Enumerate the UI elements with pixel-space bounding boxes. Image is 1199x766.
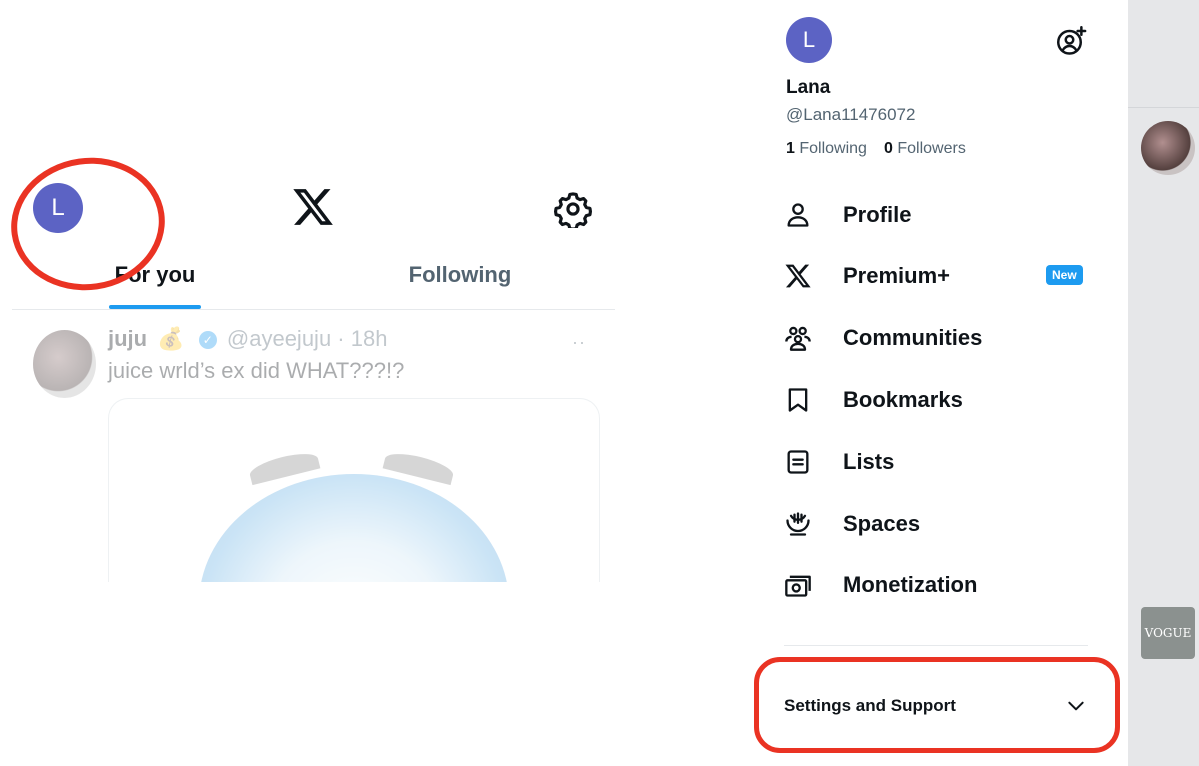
drawer-divider [784, 645, 1088, 646]
verified-badge-icon: ✓ [198, 331, 217, 350]
drawer-avatar[interactable]: L [786, 17, 832, 63]
tab-divider [12, 309, 615, 310]
tweet-more-icon[interactable]: ·· [572, 332, 586, 353]
side-drawer: L Lana @Lana11476072 1 Following 0 Follo… [754, 0, 1128, 766]
menu-label: Lists [843, 449, 895, 474]
tweet-author-name[interactable]: juju [108, 326, 147, 351]
following-count-link[interactable]: 1 Following [786, 140, 867, 158]
tab-following[interactable]: Following [380, 258, 540, 310]
money-bag-emoji: 💰 [157, 326, 185, 351]
vogue-text: VOGUE [1144, 626, 1192, 640]
menu-item-bookmarks[interactable]: Bookmarks [784, 378, 1094, 422]
strip-avatar [1141, 121, 1195, 175]
person-icon [787, 203, 809, 227]
settings-and-support-toggle[interactable]: Settings and Support [784, 684, 1094, 728]
tweet-text: juice wrld’s ex did WHAT???!? [108, 358, 405, 383]
menu-label: Profile [843, 202, 912, 227]
menu-item-spaces[interactable]: Spaces [784, 502, 1094, 546]
menu-item-premium[interactable]: Premium+ New [784, 254, 1094, 298]
tab-for-you[interactable]: For you [108, 258, 202, 310]
tweet-header: juju 💰 ✓ @ayeejuju · 18h [108, 326, 387, 352]
menu-item-communities[interactable]: Communities [784, 316, 1094, 360]
dimmed-timeline-overlay[interactable]: VOGUE [1128, 0, 1199, 766]
drawer-display-name[interactable]: Lana [786, 77, 830, 99]
followers-count: 0 [884, 140, 893, 157]
chevron-down-icon [1068, 701, 1084, 711]
tweet-author-avatar[interactable] [33, 330, 96, 398]
menu-label: Premium+ [843, 263, 950, 288]
settings-gear-icon[interactable] [554, 190, 592, 228]
strip-divider [1128, 107, 1199, 108]
list-icon [787, 450, 809, 474]
menu-item-monetization[interactable]: Monetization [784, 563, 1094, 607]
media-image [199, 474, 509, 582]
account-avatar-button[interactable]: L [33, 183, 83, 233]
menu-label: Communities [843, 325, 983, 350]
tweet-media[interactable] [108, 398, 600, 582]
followers-count-link[interactable]: 0 Followers [884, 140, 966, 158]
menu-label: Spaces [843, 511, 921, 536]
avatar-letter: L [51, 194, 65, 221]
new-badge: New [1046, 265, 1083, 285]
following-count: 1 [786, 140, 795, 157]
menu-item-profile[interactable]: Profile [784, 193, 1094, 237]
followers-label: Followers [897, 140, 966, 157]
money-icon [785, 575, 811, 597]
settings-and-support-label: Settings and Support [784, 696, 956, 715]
x-logo-icon[interactable] [291, 185, 335, 229]
menu-label: Monetization [843, 572, 978, 597]
tweet-handle-time: @ayeejuju · 18h [226, 326, 388, 351]
vogue-thumbnail: VOGUE [1141, 607, 1195, 659]
communities-icon [785, 326, 811, 351]
following-label: Following [799, 140, 867, 157]
spaces-icon [786, 512, 810, 536]
drawer-handle: @Lana11476072 [786, 105, 916, 124]
menu-item-lists[interactable]: Lists [784, 440, 1094, 484]
tweet-card[interactable]: juju 💰 ✓ @ayeejuju · 18h ·· juice wrld’s… [0, 320, 620, 582]
add-account-icon[interactable] [1057, 26, 1087, 56]
avatar-letter: L [802, 27, 816, 52]
home-timeline-panel: L For you Following juju 💰 ✓ @ayeejuju ·… [0, 0, 620, 766]
x-icon [785, 264, 811, 288]
menu-label: Bookmarks [843, 387, 963, 412]
bookmark-icon [788, 388, 808, 412]
